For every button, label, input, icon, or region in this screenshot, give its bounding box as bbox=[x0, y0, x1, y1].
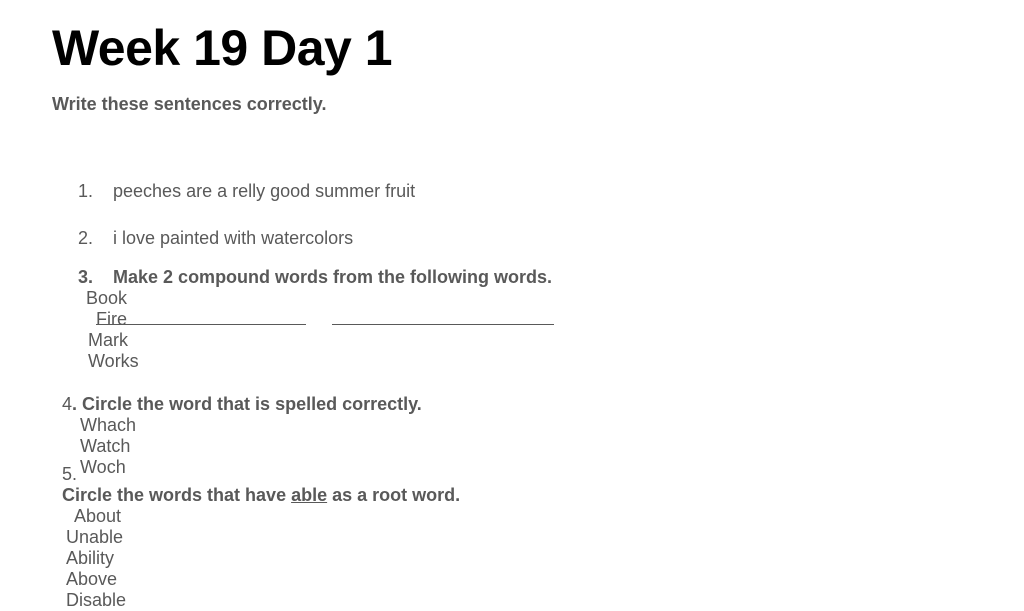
question-prompt: Make 2 compound words from the following… bbox=[113, 267, 553, 287]
word-option[interactable]: Mark bbox=[88, 330, 128, 350]
sentence-text: peeches are a relly good summer fruit bbox=[113, 181, 416, 201]
word-option[interactable]: Ability bbox=[66, 548, 114, 568]
word-option[interactable]: Disable bbox=[66, 590, 126, 610]
word-option[interactable]: Above bbox=[66, 569, 117, 589]
item-number: 5. bbox=[62, 464, 78, 484]
word-option[interactable]: Unable bbox=[66, 527, 123, 547]
word-option[interactable]: Works bbox=[88, 351, 139, 371]
item-number: 4 bbox=[62, 394, 73, 414]
item-number: 1. bbox=[78, 181, 94, 201]
question-3: 3. Make 2 compound words from the followi… bbox=[68, 246, 552, 372]
question-5: 5. Circle the words that have able as a … bbox=[52, 443, 460, 611]
sentence-2: 2. i love painted with watercolors bbox=[68, 207, 353, 249]
page-title: Week 19 Day 1 bbox=[52, 20, 393, 76]
instructions: Write these sentences correctly. bbox=[52, 94, 327, 114]
answer-blank-2[interactable] bbox=[332, 324, 554, 325]
item-number: 3. bbox=[78, 267, 94, 287]
word-option[interactable]: Whach bbox=[80, 415, 136, 435]
word-option[interactable]: About bbox=[74, 506, 121, 526]
answer-blank-1[interactable] bbox=[96, 324, 306, 325]
word-option[interactable]: Book bbox=[86, 288, 127, 308]
question-prompt: . Circle the word that is spelled correc… bbox=[72, 394, 422, 414]
question-prompt: Circle the words that have able as a roo… bbox=[62, 485, 461, 505]
underlined-root-word: able bbox=[291, 485, 328, 505]
word-option[interactable]: Fire bbox=[96, 309, 127, 329]
sentence-text: i love painted with watercolors bbox=[113, 228, 354, 248]
sentence-1: 1. peeches are a relly good summer fruit bbox=[68, 160, 415, 202]
